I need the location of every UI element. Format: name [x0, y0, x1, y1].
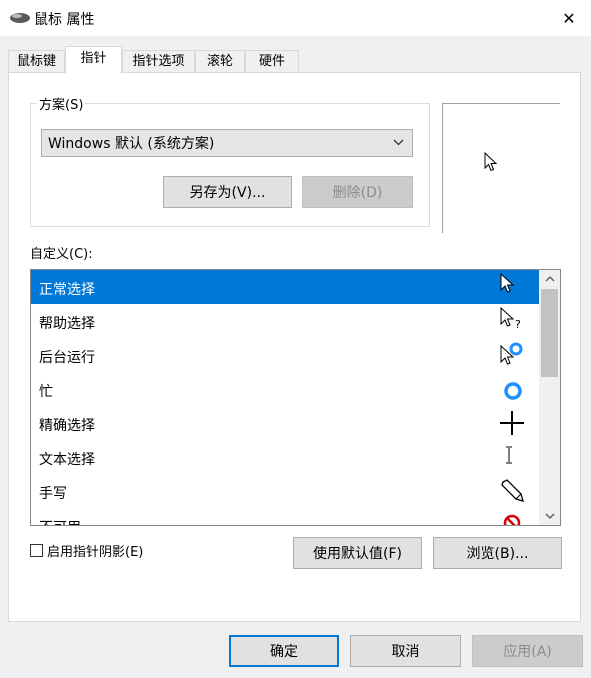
- use-default-button[interactable]: 使用默认值(F): [293, 537, 422, 569]
- apply-button[interactable]: 应用(A): [472, 635, 583, 667]
- save-as-button[interactable]: 另存为(V)...: [163, 176, 292, 208]
- pointer-shadow-checkbox[interactable]: [30, 544, 43, 557]
- chevron-down-icon: [545, 513, 554, 519]
- scroll-down-button[interactable]: [539, 508, 560, 525]
- tab-wheel[interactable]: 滚轮: [195, 50, 245, 72]
- list-item-handwriting[interactable]: 手写: [31, 474, 539, 508]
- working-in-background-cursor-icon: [500, 342, 523, 365]
- title-bar: 鼠标 属性 ✕: [0, 0, 591, 36]
- chevron-down-icon: [393, 139, 404, 146]
- close-button[interactable]: ✕: [547, 0, 591, 36]
- window-title: 鼠标 属性: [34, 12, 95, 28]
- customize-label: 自定义(C):: [30, 247, 93, 262]
- list-item-help-select[interactable]: 帮助选择 ?: [31, 304, 539, 338]
- handwriting-cursor-icon: [501, 479, 524, 502]
- cursor-list[interactable]: 正常选择 帮助选择 ? 后台运行 忙 精确选择 文本选择 手写: [30, 269, 561, 526]
- scheme-selected-value: Windows 默认 (系统方案): [48, 136, 215, 152]
- list-scrollbar[interactable]: [539, 270, 560, 525]
- scheme-dropdown[interactable]: Windows 默认 (系统方案): [41, 129, 413, 157]
- mouse-icon: [10, 13, 30, 23]
- list-item-precision-select[interactable]: 精确选择: [31, 406, 539, 440]
- busy-cursor-icon: [504, 382, 522, 400]
- pointer-shadow-label: 启用指针阴影(E): [47, 545, 144, 560]
- scheme-group: 方案(S) Windows 默认 (系统方案) 另存为(V)... 删除(D): [30, 94, 430, 227]
- text-select-cursor-icon: [506, 446, 512, 464]
- arrow-cursor-icon: [484, 152, 498, 172]
- scroll-thumb[interactable]: [541, 289, 558, 377]
- svg-text:?: ?: [515, 318, 521, 331]
- ok-button[interactable]: 确定: [229, 635, 339, 667]
- scheme-group-label: 方案(S): [37, 94, 86, 113]
- chevron-up-icon: [545, 276, 554, 282]
- tab-buttons[interactable]: 鼠标键: [8, 50, 65, 72]
- unavailable-cursor-icon: [503, 514, 521, 525]
- normal-select-cursor-icon: [500, 272, 515, 293]
- list-item-unavailable[interactable]: 不可用: [31, 508, 539, 525]
- pointer-shadow-option[interactable]: 启用指针阴影(E): [30, 541, 143, 560]
- help-select-cursor-icon: ?: [500, 306, 521, 331]
- delete-button[interactable]: 删除(D): [302, 176, 413, 208]
- tab-hardware[interactable]: 硬件: [245, 50, 299, 72]
- pointers-panel: 方案(S) Windows 默认 (系统方案) 另存为(V)... 删除(D) …: [8, 72, 581, 622]
- list-item-text-select[interactable]: 文本选择: [31, 440, 539, 474]
- cancel-button[interactable]: 取消: [350, 635, 461, 667]
- list-item-busy[interactable]: 忙: [31, 372, 539, 406]
- cursor-preview: [442, 103, 560, 233]
- list-item-working-in-background[interactable]: 后台运行: [31, 338, 539, 372]
- tab-pointers[interactable]: 指针: [65, 46, 122, 74]
- browse-button[interactable]: 浏览(B)...: [433, 537, 562, 569]
- tab-pointer-options[interactable]: 指针选项: [122, 50, 195, 72]
- precision-select-cursor-icon: [500, 411, 524, 435]
- close-icon: ✕: [562, 8, 576, 28]
- scroll-up-button[interactable]: [539, 270, 560, 287]
- list-item-normal-select[interactable]: 正常选择: [31, 270, 539, 304]
